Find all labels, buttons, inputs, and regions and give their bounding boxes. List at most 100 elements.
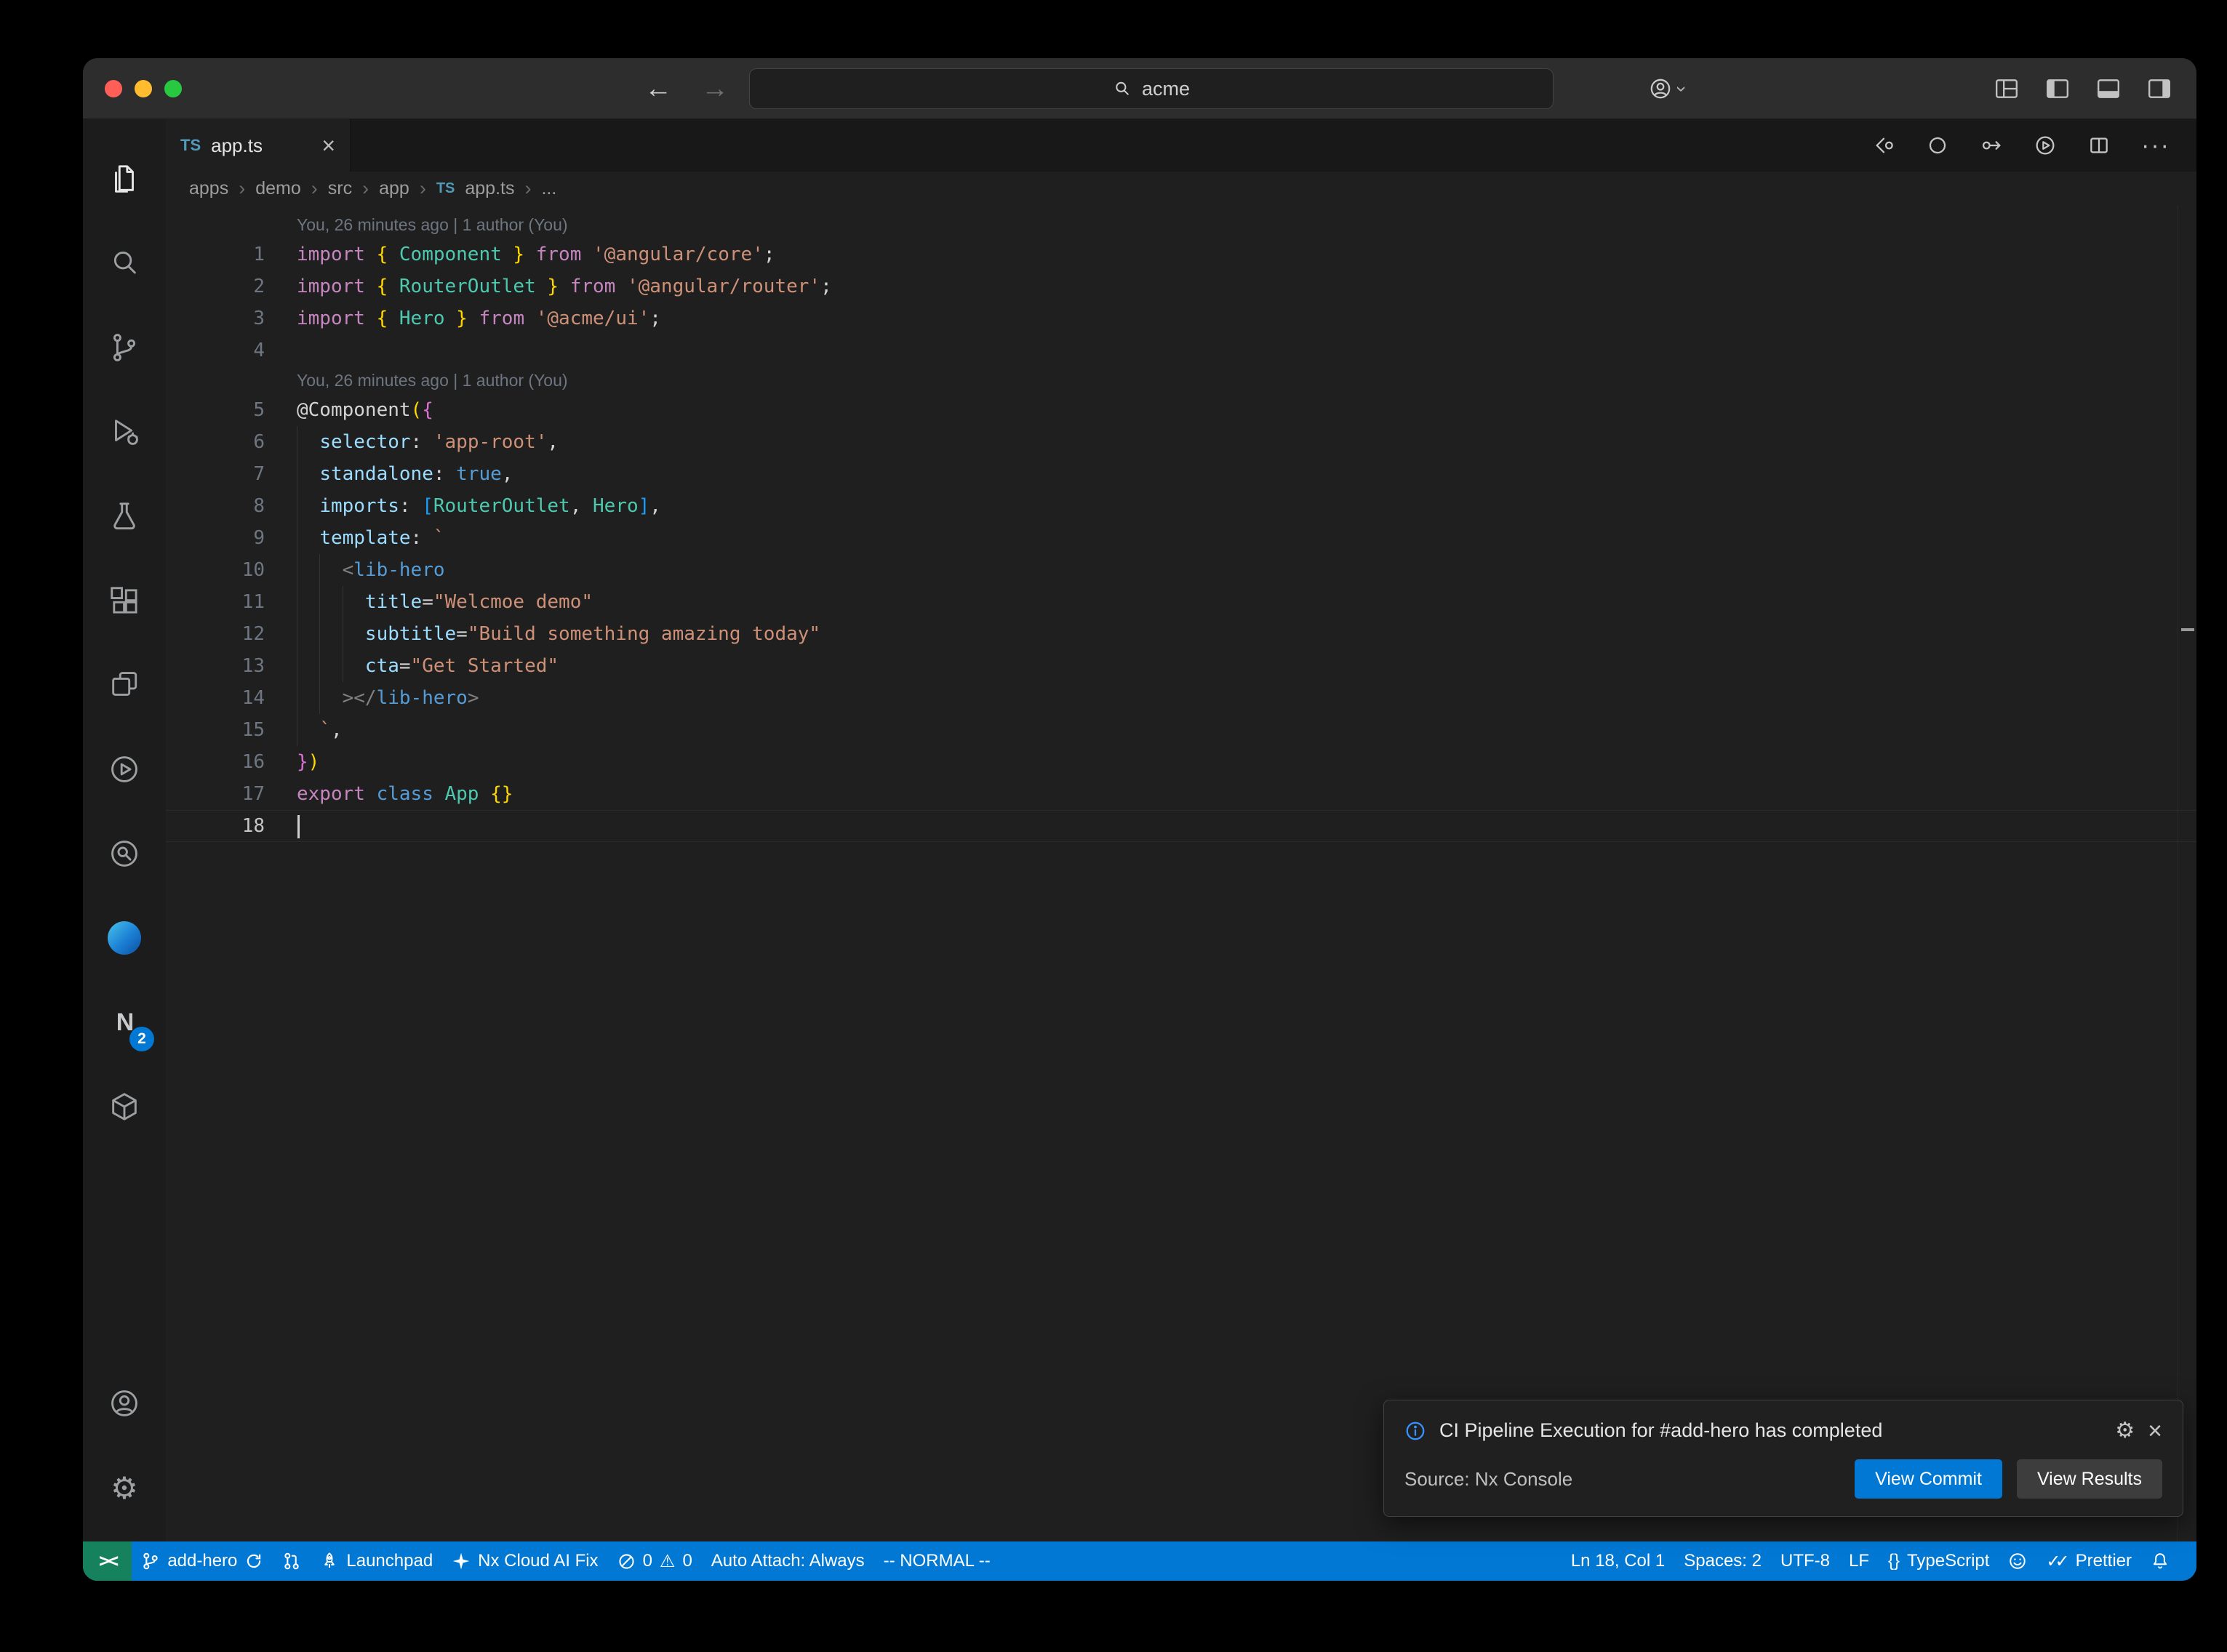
close-window-button[interactable] — [105, 80, 122, 97]
tab-app-ts[interactable]: TS app.ts × — [166, 119, 351, 172]
code-line[interactable]: 6 selector: 'app-root', — [166, 426, 2196, 458]
forward-icon[interactable]: → — [701, 73, 729, 105]
sidebar-item-search[interactable] — [83, 221, 166, 305]
search-bar[interactable]: acme — [749, 68, 1554, 109]
code-line[interactable]: 18 — [166, 810, 2196, 842]
breadcrumb-file[interactable]: app.ts — [465, 178, 514, 199]
auto-attach-indicator[interactable]: Auto Attach: Always — [702, 1541, 874, 1581]
sidebar-item-run-debug[interactable] — [83, 390, 166, 474]
file-blame-icon[interactable] — [1926, 134, 1949, 157]
line-number[interactable]: 6 — [166, 426, 297, 458]
line-number[interactable]: 18 — [166, 810, 297, 842]
sidebar-item-source-control[interactable] — [83, 305, 166, 390]
account-menu[interactable]: › — [1648, 58, 1685, 119]
code-line[interactable]: 10 <lib-hero — [166, 554, 2196, 586]
run-file-icon[interactable] — [2034, 134, 2057, 157]
split-editor-icon[interactable] — [2087, 134, 2111, 157]
customize-layout-icon[interactable] — [1994, 78, 2019, 100]
sidebar-item-explorer[interactable] — [83, 137, 166, 221]
more-actions-icon[interactable]: ··· — [2141, 132, 2170, 160]
sidebar-item-extensions[interactable] — [83, 558, 166, 643]
line-number[interactable]: 4 — [166, 334, 297, 366]
line-number[interactable]: 9 — [166, 522, 297, 554]
sidebar-item-gitlens-inspect[interactable] — [83, 811, 166, 896]
line-number[interactable]: 17 — [166, 778, 297, 810]
toggle-panel-icon[interactable] — [2096, 78, 2121, 100]
sidebar-item-containers[interactable] — [83, 1064, 166, 1149]
line-number[interactable]: 2 — [166, 270, 297, 302]
line-number[interactable]: 16 — [166, 746, 297, 778]
code-line[interactable]: 15 `, — [166, 714, 2196, 746]
line-number[interactable]: 12 — [166, 618, 297, 650]
breadcrumb-item[interactable]: demo — [255, 178, 301, 199]
notification-settings-icon[interactable]: ⚙ — [2115, 1418, 2135, 1443]
vim-mode-indicator[interactable]: -- NORMAL -- — [874, 1541, 1000, 1581]
view-results-button[interactable]: View Results — [2017, 1459, 2162, 1499]
problems-indicator[interactable]: 0 ⚠ 0 — [608, 1541, 702, 1581]
launchpad-button[interactable]: Launchpad — [311, 1541, 442, 1581]
sidebar-item-live-preview[interactable] — [83, 727, 166, 811]
encoding-indicator[interactable]: UTF-8 — [1771, 1541, 1839, 1581]
code-line[interactable]: 8 imports: [RouterOutlet, Hero], — [166, 490, 2196, 522]
code-line[interactable]: 2import { RouterOutlet } from '@angular/… — [166, 270, 2196, 302]
pull-request-button[interactable] — [273, 1541, 311, 1581]
sidebar-item-account[interactable] — [83, 1361, 166, 1446]
warning-count: 0 — [682, 1551, 692, 1571]
open-changes-icon[interactable] — [1872, 134, 1895, 157]
close-tab-icon[interactable]: × — [321, 134, 335, 157]
code-line[interactable]: 1import { Component } from '@angular/cor… — [166, 238, 2196, 270]
line-number[interactable] — [166, 366, 297, 394]
sidebar-item-edge-tools[interactable] — [83, 896, 166, 980]
code-line[interactable]: 13 cta="Get Started" — [166, 650, 2196, 682]
sidebar-item-nx-console[interactable]: N 2 — [83, 980, 166, 1064]
code-line[interactable]: 7 standalone: true, — [166, 458, 2196, 490]
code-line[interactable]: 4 — [166, 334, 2196, 366]
cursor-position-indicator[interactable]: Ln 18, Col 1 — [1562, 1541, 1674, 1581]
eol-indicator[interactable]: LF — [1839, 1541, 1879, 1581]
line-number[interactable]: 7 — [166, 458, 297, 490]
zoom-window-button[interactable] — [164, 80, 182, 97]
line-number[interactable]: 8 — [166, 490, 297, 522]
back-icon[interactable]: ← — [644, 73, 672, 105]
nx-cloud-ai-fix-button[interactable]: Nx Cloud AI Fix — [442, 1541, 607, 1581]
file-heatmap-icon[interactable] — [1980, 134, 2003, 157]
line-number[interactable]: 10 — [166, 554, 297, 586]
code-line[interactable]: 14 ></lib-hero> — [166, 682, 2196, 714]
breadcrumb-item[interactable]: src — [328, 178, 352, 199]
breadcrumb-more[interactable]: ... — [541, 178, 556, 199]
code-line[interactable]: 12 subtitle="Build something amazing tod… — [166, 618, 2196, 650]
breadcrumb-item[interactable]: app — [379, 178, 409, 199]
line-number[interactable] — [166, 211, 297, 238]
minimize-window-button[interactable] — [135, 80, 152, 97]
line-number[interactable]: 3 — [166, 302, 297, 334]
code-line[interactable]: 3import { Hero } from '@acme/ui'; — [166, 302, 2196, 334]
breadcrumb-item[interactable]: apps — [189, 178, 228, 199]
line-number[interactable]: 13 — [166, 650, 297, 682]
code-line[interactable]: 9 template: ` — [166, 522, 2196, 554]
indentation-indicator[interactable]: Spaces: 2 — [1674, 1541, 1771, 1581]
remote-indicator[interactable]: >< — [83, 1541, 132, 1581]
code-line[interactable]: 11 title="Welcmoe demo" — [166, 586, 2196, 618]
line-number[interactable]: 11 — [166, 586, 297, 618]
code-line[interactable]: 16}) — [166, 746, 2196, 778]
line-number[interactable]: 15 — [166, 714, 297, 746]
code-editor[interactable]: You, 26 minutes ago | 1 author (You)1imp… — [166, 205, 2196, 1541]
line-number[interactable]: 5 — [166, 394, 297, 426]
sidebar-item-remote-explorer[interactable] — [83, 643, 166, 727]
code-line[interactable]: 5@Component({ — [166, 394, 2196, 426]
sidebar-item-settings[interactable]: ⚙ — [83, 1446, 166, 1530]
notification-close-icon[interactable]: × — [2148, 1419, 2162, 1443]
branch-indicator[interactable]: add-hero — [132, 1541, 273, 1581]
line-number[interactable]: 1 — [166, 238, 297, 270]
language-mode-indicator[interactable]: {} TypeScript — [1879, 1541, 1999, 1581]
formatter-indicator[interactable]: ✓✓ Prettier — [2036, 1541, 2141, 1581]
notifications-button[interactable] — [2141, 1541, 2179, 1581]
sidebar-item-testing[interactable] — [83, 474, 166, 558]
view-commit-button[interactable]: View Commit — [1855, 1459, 2002, 1499]
line-number[interactable]: 14 — [166, 682, 297, 714]
scrollbar[interactable] — [2178, 205, 2196, 1541]
toggle-primary-sidebar-icon[interactable] — [2045, 78, 2070, 100]
toggle-secondary-sidebar-icon[interactable] — [2147, 78, 2172, 100]
feedback-button[interactable] — [1999, 1541, 2036, 1581]
code-line[interactable]: 17export class App {} — [166, 778, 2196, 810]
